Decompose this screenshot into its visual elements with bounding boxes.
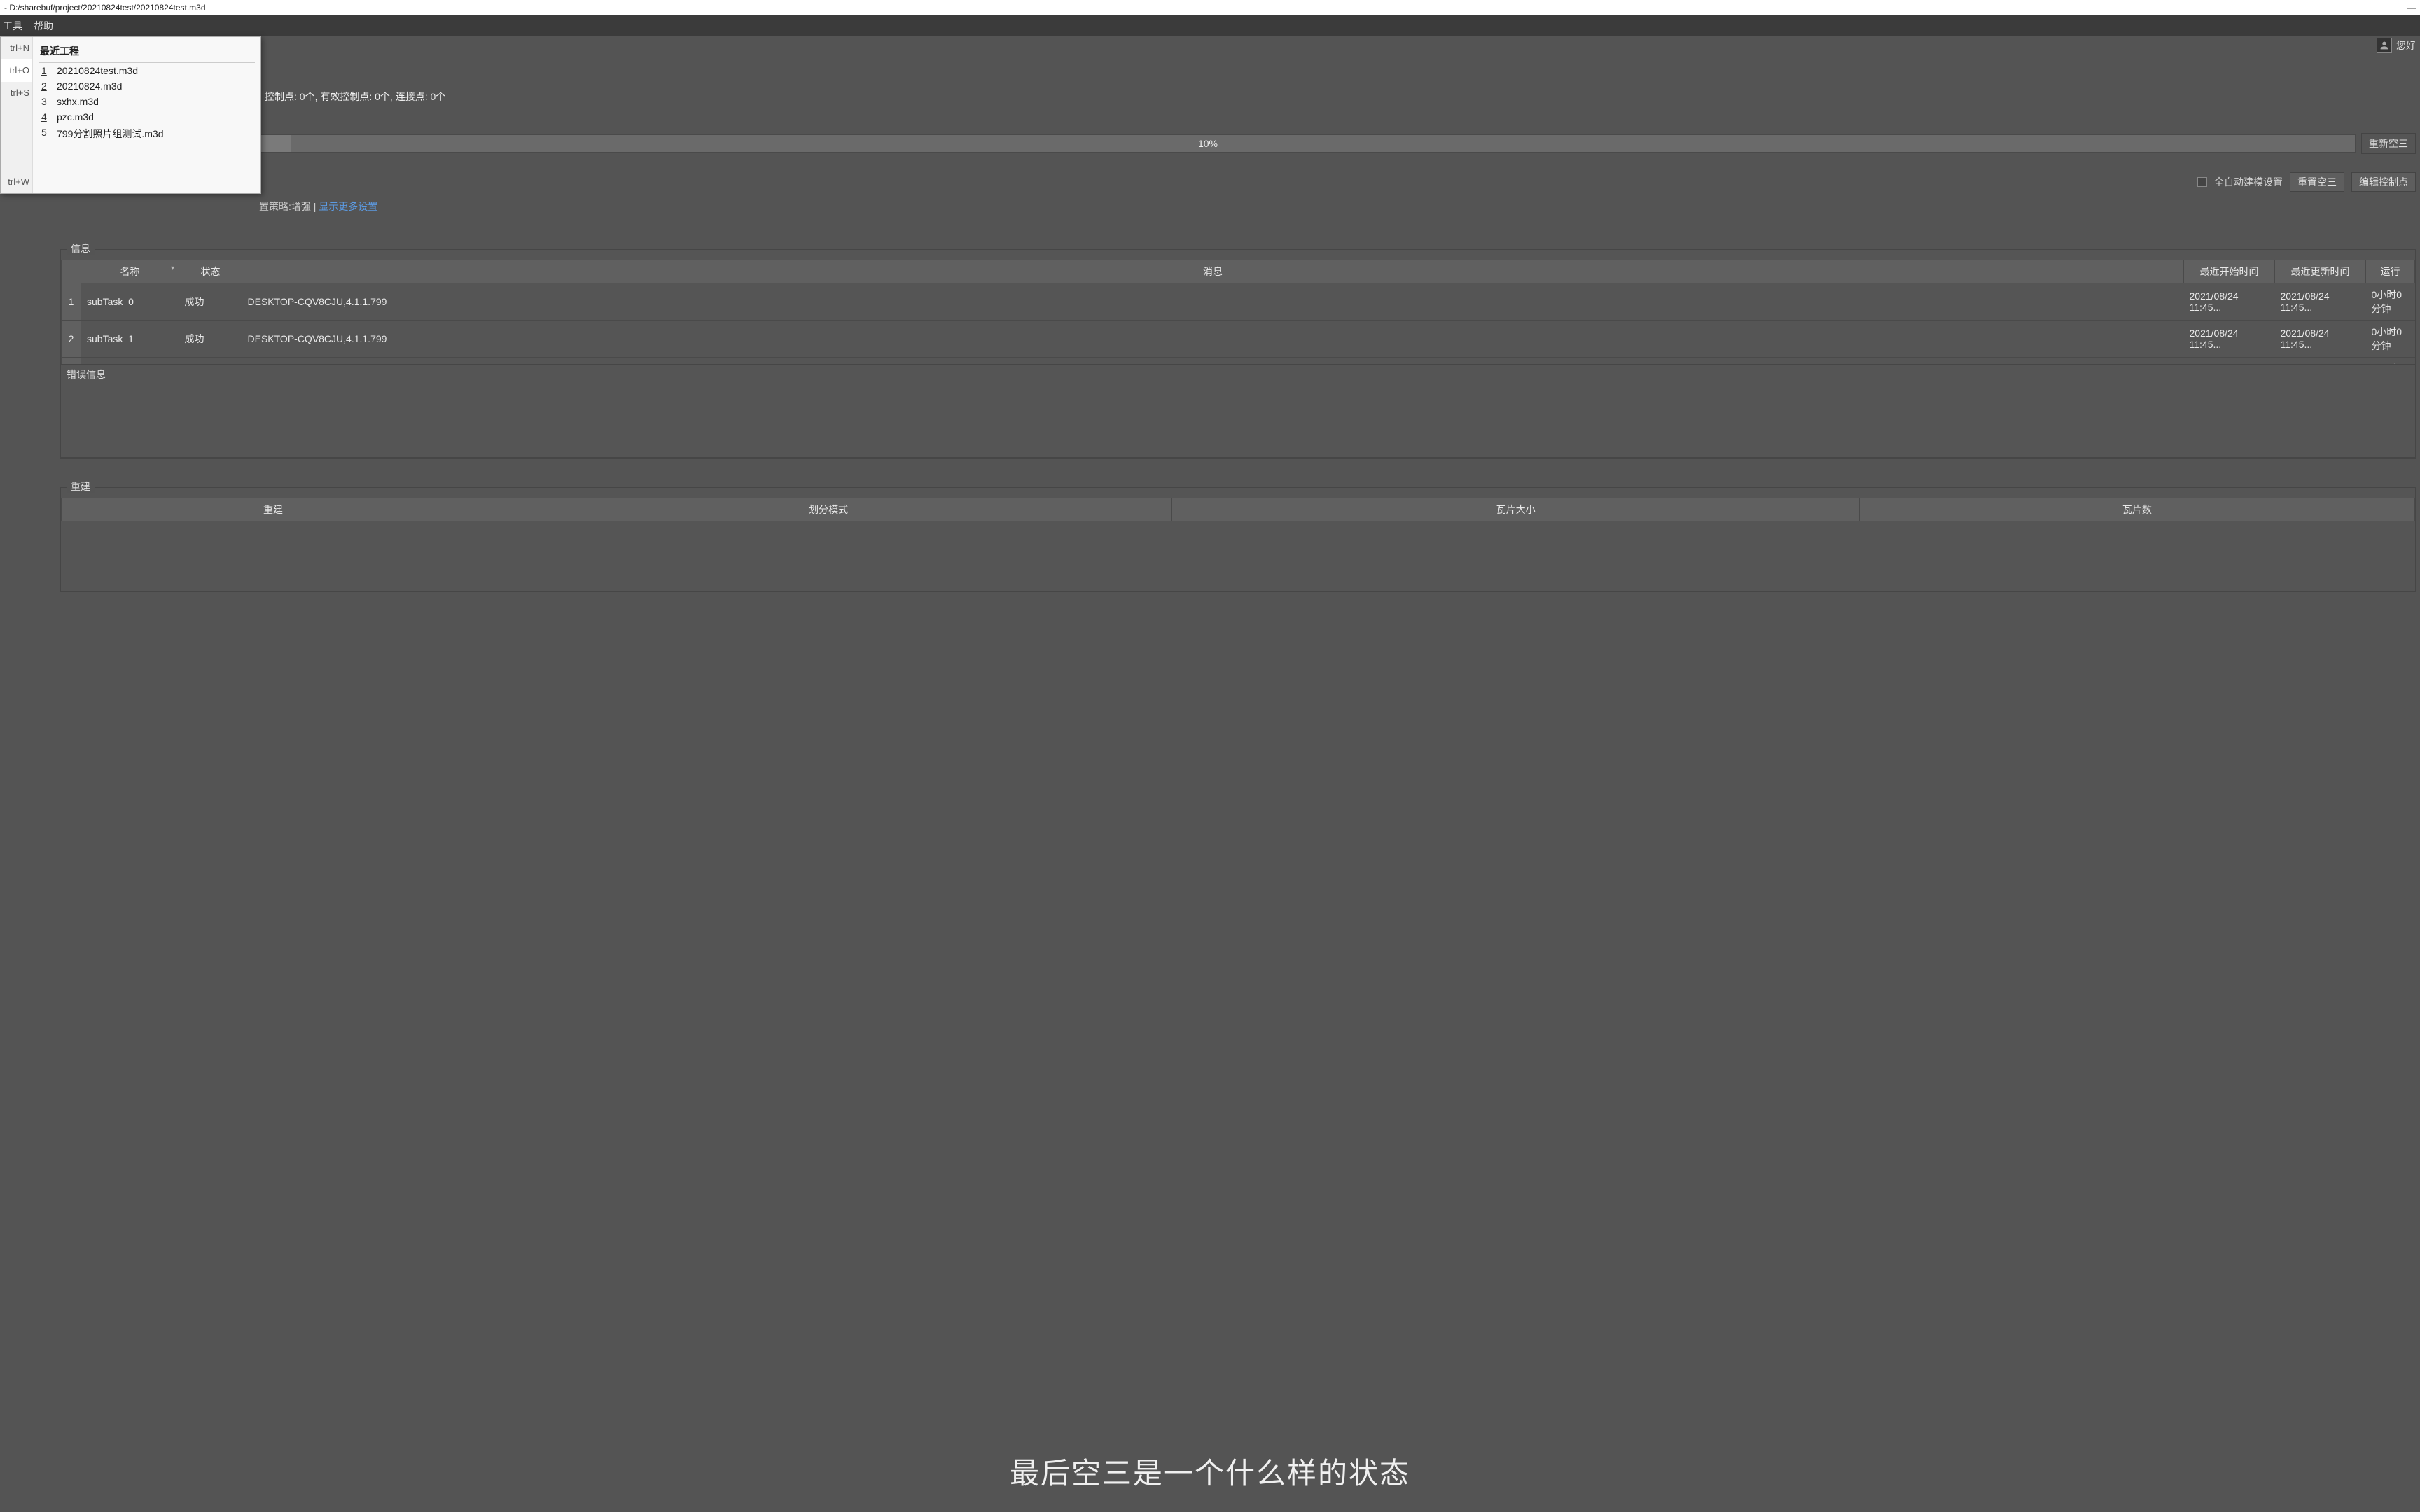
cell-status: 成功 xyxy=(179,284,242,321)
cell-name: subTask_1 xyxy=(81,321,179,358)
progress-text: 10% xyxy=(61,135,2355,152)
recent-name: pzc.m3d xyxy=(57,111,94,122)
col-tile-size[interactable]: 瓦片大小 xyxy=(1172,498,1859,522)
minimize-icon[interactable]: — xyxy=(2407,3,2416,13)
cell-run: 0小时0分钟 xyxy=(2366,321,2415,358)
reset-at-button[interactable]: 重置空三 xyxy=(2290,172,2344,192)
row-index: 1 xyxy=(62,284,81,321)
cell-msg: DESKTOP-CQV8CJU,4.1.1.799 xyxy=(242,284,2184,321)
rerun-at-button[interactable]: 重新空三 xyxy=(2361,133,2416,154)
strategy-line: 置策略:增强 | 显示更多设置 xyxy=(259,200,377,214)
col-msg[interactable]: 消息 xyxy=(242,260,2184,284)
edit-control-points-button[interactable]: 编辑控制点 xyxy=(2351,172,2416,192)
cell-status: 成功 xyxy=(179,321,242,358)
avatar-icon[interactable] xyxy=(2377,38,2392,53)
recent-file-item[interactable]: 2 20210824.m3d xyxy=(39,78,255,94)
shortcut-open[interactable]: trl+O xyxy=(1,59,32,82)
cell-update: 2021/08/24 11:45... xyxy=(2275,321,2366,358)
menu-tools[interactable]: 工具 xyxy=(3,19,22,33)
recent-name: 799分割照片组测试.m3d xyxy=(57,127,163,141)
rebuild-table: 重建 划分模式 瓦片大小 瓦片数 xyxy=(61,498,2415,522)
recent-num: 5 xyxy=(41,127,50,141)
recent-name: 20210824.m3d xyxy=(57,80,122,92)
rebuild-panel-title: 重建 xyxy=(67,479,95,493)
show-more-settings-link[interactable]: 显示更多设置 xyxy=(319,201,377,212)
cell-start: 2021/08/24 11:45... xyxy=(2184,321,2275,358)
user-area: 您好 xyxy=(2377,38,2416,53)
recent-name: sxhx.m3d xyxy=(57,96,99,107)
strategy-text: 置策略:增强 | xyxy=(259,201,319,212)
menubar: 工具 帮助 xyxy=(0,15,2420,36)
recent-num: 1 xyxy=(41,65,50,76)
cell-msg: DESKTOP-CQV8CJU,4.1.1.799 xyxy=(242,321,2184,358)
error-panel: 错误信息 xyxy=(60,364,2416,458)
control-points-stats: 控制点: 0个, 有效控制点: 0个, 连接点: 0个 xyxy=(265,90,445,104)
progress-bar: 10% xyxy=(60,134,2356,153)
col-index[interactable] xyxy=(62,260,81,284)
cell-start: 2021/08/24 11:45... xyxy=(2184,284,2275,321)
recent-header: 最近工程 xyxy=(39,41,255,63)
col-tile-count[interactable]: 瓦片数 xyxy=(1859,498,2414,522)
recent-file-item[interactable]: 4 pzc.m3d xyxy=(39,109,255,125)
row-index: 2 xyxy=(62,321,81,358)
table-row[interactable]: 2subTask_1成功DESKTOP-CQV8CJU,4.1.1.799202… xyxy=(62,321,2415,358)
file-menu-shortcuts: trl+N trl+O trl+S trl+W xyxy=(1,37,33,193)
col-status[interactable]: 状态 xyxy=(179,260,242,284)
shortcut-close[interactable]: trl+W xyxy=(1,171,32,193)
recent-num: 4 xyxy=(41,111,50,122)
col-rebuild-name[interactable]: 重建 xyxy=(62,498,485,522)
error-panel-title: 错误信息 xyxy=(61,365,2415,384)
cell-update: 2021/08/24 11:45... xyxy=(2275,284,2366,321)
col-run[interactable]: 运行 xyxy=(2366,260,2415,284)
col-partition-mode[interactable]: 划分模式 xyxy=(485,498,1171,522)
window-controls: — xyxy=(2407,3,2416,13)
cell-name: subTask_0 xyxy=(81,284,179,321)
sort-icon: ▾ xyxy=(171,265,174,272)
auto-model-label: 全自动建模设置 xyxy=(2214,175,2283,189)
progress-row: 10% 重新空三 xyxy=(60,133,2416,154)
file-menu-dropdown: trl+N trl+O trl+S trl+W 最近工程 1 20210824te… xyxy=(0,36,261,194)
video-subtitle: 最后空三是一个什么样的状态 xyxy=(0,1450,2420,1492)
titlebar-path: - D:/sharebuf/project/20210824test/20210… xyxy=(4,3,206,13)
col-name[interactable]: 名称▾ xyxy=(81,260,179,284)
auto-model-checkbox[interactable] xyxy=(2197,177,2207,187)
recent-num: 3 xyxy=(41,96,50,107)
at-toolbar: 全自动建模设置 重置空三 编辑控制点 xyxy=(2197,172,2416,192)
recent-num: 2 xyxy=(41,80,50,92)
menu-help[interactable]: 帮助 xyxy=(34,19,53,33)
recent-file-item[interactable]: 3 sxhx.m3d xyxy=(39,94,255,109)
user-greeting: 您好 xyxy=(2396,38,2416,52)
rebuild-panel: 重建 重建 划分模式 瓦片大小 瓦片数 xyxy=(60,487,2416,592)
cell-run: 0小时0分钟 xyxy=(2366,284,2415,321)
shortcut-save[interactable]: trl+S xyxy=(1,82,32,104)
recent-name: 20210824test.m3d xyxy=(57,65,138,76)
shortcut-new[interactable]: trl+N xyxy=(1,37,32,59)
table-row[interactable]: 1subTask_0成功DESKTOP-CQV8CJU,4.1.1.799202… xyxy=(62,284,2415,321)
info-panel-title: 信息 xyxy=(67,241,95,255)
col-update[interactable]: 最近更新时间 xyxy=(2275,260,2366,284)
titlebar: - D:/sharebuf/project/20210824test/20210… xyxy=(0,0,2420,15)
recent-file-item[interactable]: 1 20210824test.m3d xyxy=(39,63,255,78)
recent-file-item[interactable]: 5 799分割照片组测试.m3d xyxy=(39,125,255,143)
col-start[interactable]: 最近开始时间 xyxy=(2184,260,2275,284)
